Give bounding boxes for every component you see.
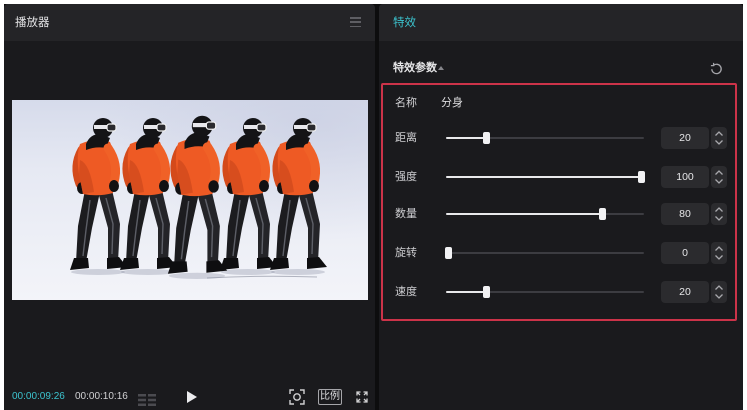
- slider-handle[interactable]: [483, 286, 491, 298]
- menu-icon[interactable]: [350, 17, 361, 27]
- slider-fill: [446, 137, 487, 139]
- slider-handle[interactable]: [483, 132, 491, 144]
- name-value: 分身: [441, 96, 463, 109]
- chevron-up-icon[interactable]: [715, 170, 723, 175]
- player-title: 播放器: [15, 15, 50, 29]
- param-row-strength: 强度: [383, 166, 735, 188]
- fullscreen-icon[interactable]: [356, 391, 368, 403]
- speed-value-input[interactable]: [661, 281, 709, 303]
- player-panel: 播放器 00:00:09:26 00:00:10:16 比例: [4, 4, 375, 410]
- slider-handle[interactable]: [598, 208, 606, 220]
- menu-line: [350, 17, 361, 19]
- video-preview[interactable]: [12, 100, 368, 300]
- tab-effects[interactable]: 特效: [393, 4, 416, 41]
- player-header: 播放器: [4, 4, 375, 41]
- count-slider[interactable]: [446, 208, 644, 220]
- strength-slider[interactable]: [446, 171, 645, 183]
- name-label: 名称: [395, 96, 417, 109]
- rotation-stepper[interactable]: [711, 242, 727, 264]
- chevron-up-icon[interactable]: [715, 207, 723, 212]
- distance-stepper[interactable]: [711, 127, 727, 149]
- reset-icon[interactable]: [710, 62, 723, 75]
- frame-grid-icon[interactable]: [138, 394, 156, 406]
- rotation-slider[interactable]: [444, 247, 644, 259]
- total-time: 00:00:10:16: [75, 391, 128, 402]
- strength-value-input[interactable]: [661, 166, 709, 188]
- effects-panel: 特效 特效参数 名称 分身 距离 20 强度 100 数量 80 旋转 0 速度…: [379, 4, 743, 410]
- param-row-rotation: 旋转: [383, 242, 735, 264]
- distance-slider[interactable]: [446, 132, 644, 144]
- chevron-down-icon[interactable]: [715, 140, 723, 145]
- chevron-down-icon[interactable]: [715, 179, 723, 184]
- chevron-down-icon[interactable]: [715, 216, 723, 221]
- speed-stepper[interactable]: [711, 281, 727, 303]
- play-icon[interactable]: [187, 391, 197, 403]
- aspect-ratio-button[interactable]: 比例: [318, 389, 342, 405]
- speed-label: 速度: [395, 285, 417, 298]
- slider-fill: [446, 291, 487, 293]
- menu-line: [350, 21, 361, 23]
- chevron-down-icon[interactable]: [715, 294, 723, 299]
- current-time: 00:00:09:26: [12, 391, 65, 402]
- collapse-arrow-icon[interactable]: [438, 66, 444, 70]
- param-row-distance: 距离: [383, 127, 735, 149]
- chevron-up-icon[interactable]: [715, 131, 723, 136]
- effect-params-title[interactable]: 特效参数: [393, 60, 437, 76]
- slider-fill: [446, 176, 641, 178]
- chevron-up-icon[interactable]: [715, 246, 723, 251]
- editor-app: 播放器 00:00:09:26 00:00:10:16 比例 特效 特效参数 名…: [4, 4, 743, 410]
- speed-slider[interactable]: [446, 286, 644, 298]
- rotation-value-input[interactable]: [661, 242, 709, 264]
- distance-value-input[interactable]: [661, 127, 709, 149]
- param-row-count: 数量: [383, 203, 735, 225]
- strength-stepper[interactable]: [711, 166, 727, 188]
- param-row-name: 名称 分身: [383, 92, 735, 114]
- menu-line: [350, 25, 361, 27]
- strength-label: 强度: [395, 170, 417, 183]
- snapshot-icon[interactable]: [289, 389, 305, 405]
- slider-handle[interactable]: [444, 247, 452, 259]
- param-row-speed: 速度: [383, 281, 735, 303]
- distance-label: 距离: [395, 131, 417, 144]
- slider-fill: [446, 213, 603, 215]
- slider-handle[interactable]: [637, 171, 645, 183]
- effects-header: 特效: [379, 4, 743, 41]
- chevron-down-icon[interactable]: [715, 255, 723, 260]
- effect-params-highlight: 名称 分身 距离 强度: [381, 83, 737, 321]
- chevron-up-icon[interactable]: [715, 285, 723, 290]
- count-stepper[interactable]: [711, 203, 727, 225]
- count-value-input[interactable]: [661, 203, 709, 225]
- rotation-label: 旋转: [395, 246, 417, 259]
- count-label: 数量: [395, 207, 417, 220]
